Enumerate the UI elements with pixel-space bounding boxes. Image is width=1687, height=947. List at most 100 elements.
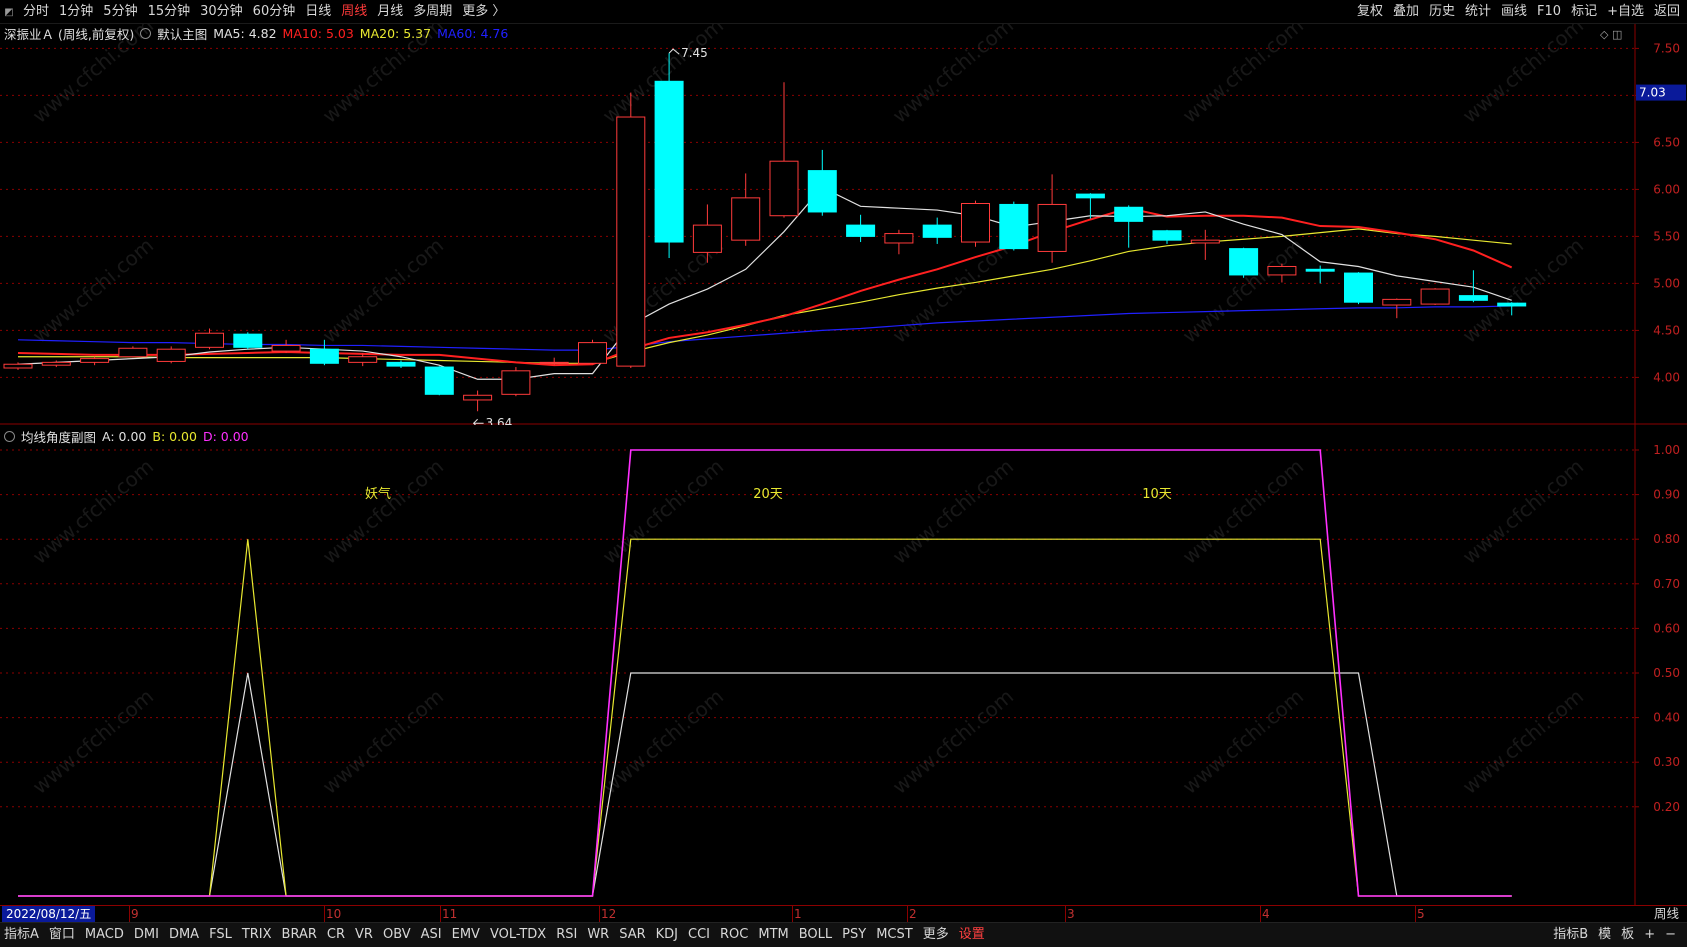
watermark-text: www.cfchi.com bbox=[598, 684, 728, 799]
period-tab-0[interactable]: 分时 bbox=[18, 0, 54, 24]
indicator-tab-1[interactable]: 窗口 bbox=[44, 923, 80, 947]
indicator-tab-2[interactable]: MACD bbox=[80, 923, 129, 947]
toolbar-action-1[interactable]: 叠加 bbox=[1388, 0, 1424, 24]
indicator-tab-23[interactable]: MCST bbox=[871, 923, 918, 947]
candle-up[interactable] bbox=[463, 390, 493, 412]
period-label[interactable]: 周线 bbox=[1654, 906, 1679, 922]
candle-body bbox=[884, 233, 914, 244]
indicator-tab-right-3[interactable]: + bbox=[1639, 923, 1660, 947]
month-tick bbox=[1260, 906, 1261, 922]
indicator-tab-10[interactable]: OBV bbox=[378, 923, 416, 947]
period-tabs: ◩ 分时 1分钟 5分钟 15分钟 30分钟 60分钟 日线 周线 月线 多周期 更多 〉 bbox=[0, 0, 510, 24]
indicator-tab-21[interactable]: BOLL bbox=[794, 923, 837, 947]
toolbar-action-0[interactable]: 复权 bbox=[1352, 0, 1388, 24]
candle-down[interactable] bbox=[1075, 193, 1105, 219]
candle-up[interactable] bbox=[118, 346, 148, 358]
low-price-label: 3.64 bbox=[486, 416, 513, 425]
candle-body bbox=[616, 116, 646, 367]
period-tab-3[interactable]: 15分钟 bbox=[143, 0, 196, 24]
indicator-tab-17[interactable]: KDJ bbox=[651, 923, 683, 947]
toolbar-action-5[interactable]: F10 bbox=[1532, 0, 1566, 24]
candle-up[interactable] bbox=[961, 200, 990, 247]
period-tab-9[interactable]: 多周期 bbox=[408, 0, 457, 24]
indicator-tab-14[interactable]: RSI bbox=[551, 923, 582, 947]
period-tab-2[interactable]: 5分钟 bbox=[98, 0, 142, 24]
candle-down[interactable] bbox=[1152, 229, 1182, 244]
toolbar-action-6[interactable]: 标记 bbox=[1566, 0, 1602, 24]
window-menu-icon[interactable]: ◩ bbox=[0, 3, 18, 21]
watermark-text: www.cfchi.com bbox=[1178, 24, 1308, 128]
indicator-tab-15[interactable]: WR bbox=[582, 923, 614, 947]
candle-up[interactable] bbox=[271, 339, 301, 353]
indicator-tab-0[interactable]: 指标A bbox=[0, 923, 44, 947]
period-tab-1[interactable]: 1分钟 bbox=[54, 0, 98, 24]
candle-up[interactable] bbox=[1420, 288, 1450, 306]
indicator-tab-right-0[interactable]: 指标B bbox=[1548, 923, 1593, 947]
watermark-text: www.cfchi.com bbox=[1178, 454, 1308, 569]
candle-down[interactable] bbox=[807, 149, 837, 216]
candlestick-chart[interactable]: www.cfchi.com www.cfchi.com www.cfchi.com w… bbox=[0, 24, 1687, 425]
candle-up[interactable] bbox=[578, 339, 607, 365]
indicator-tab-11[interactable]: ASI bbox=[416, 923, 447, 947]
indicator-tab-3[interactable]: DMI bbox=[129, 923, 164, 947]
indicator-tab-12[interactable]: EMV bbox=[447, 923, 485, 947]
indicator-chart[interactable]: 1.00 0.90 0.80 0.70 0.60 0.50 0.40 0.30 0.20 www.… bbox=[0, 425, 1687, 905]
indicator-tab-20[interactable]: MTM bbox=[753, 923, 793, 947]
candle-down[interactable] bbox=[1114, 205, 1144, 248]
toolbar-action-2[interactable]: 历史 bbox=[1424, 0, 1460, 24]
candle-up[interactable] bbox=[1190, 229, 1220, 260]
indicator-tab-9[interactable]: VR bbox=[350, 923, 378, 947]
collapse-icon[interactable]: ◇ ◫ bbox=[1600, 28, 1622, 41]
candle-up[interactable] bbox=[1037, 174, 1067, 263]
candle-down[interactable] bbox=[1229, 247, 1259, 278]
indicator-tab-24[interactable]: 更多 bbox=[918, 923, 954, 947]
candle-down[interactable] bbox=[1344, 272, 1373, 305]
period-tab-6[interactable]: 日线 bbox=[300, 0, 336, 24]
indicator-tab-13[interactable]: VOL-TDX bbox=[485, 923, 551, 947]
candle-down[interactable] bbox=[999, 201, 1029, 251]
candle-up[interactable] bbox=[195, 328, 224, 350]
period-tab-8[interactable]: 月线 bbox=[372, 0, 408, 24]
period-tab-7[interactable]: 周线 bbox=[336, 0, 372, 24]
indicator-tab-22[interactable]: PSY bbox=[837, 923, 871, 947]
indicator-tab-right-1[interactable]: 模 bbox=[1593, 923, 1616, 947]
indicator-tab-25[interactable]: 设置 bbox=[954, 923, 990, 947]
candle-body bbox=[539, 361, 569, 364]
candle-up[interactable] bbox=[616, 92, 646, 368]
toolbar-action-7[interactable]: +自选 bbox=[1602, 0, 1649, 24]
candle-down[interactable] bbox=[424, 366, 454, 396]
indicator-tab-right-4[interactable]: − bbox=[1660, 923, 1681, 947]
watermark-text: www.cfchi.com bbox=[598, 454, 728, 569]
candle-up[interactable] bbox=[731, 173, 761, 246]
period-tab-4[interactable]: 30分钟 bbox=[195, 0, 248, 24]
candle-down[interactable] bbox=[846, 214, 876, 243]
candle-body bbox=[1458, 295, 1488, 301]
candle-down[interactable] bbox=[1305, 265, 1335, 284]
toolbar-action-4[interactable]: 画线 bbox=[1496, 0, 1532, 24]
indicator-tab-5[interactable]: FSL bbox=[204, 923, 237, 947]
indicator-tab-right-2[interactable]: 板 bbox=[1616, 923, 1639, 947]
candle-down[interactable] bbox=[386, 360, 416, 368]
candle-down[interactable] bbox=[233, 332, 263, 350]
candle-up[interactable] bbox=[80, 356, 110, 366]
candle-down[interactable] bbox=[654, 53, 684, 259]
period-tab-5[interactable]: 60分钟 bbox=[248, 0, 301, 24]
candle-up[interactable] bbox=[501, 367, 531, 397]
toolbar-action-8[interactable]: 返回 bbox=[1649, 0, 1685, 24]
candle-down[interactable] bbox=[922, 217, 952, 244]
candle-body bbox=[156, 348, 186, 362]
period-tab-10[interactable]: 更多 〉 bbox=[457, 0, 510, 24]
indicator-tab-19[interactable]: ROC bbox=[715, 923, 753, 947]
indicator-tab-18[interactable]: CCI bbox=[683, 923, 715, 947]
candle-up[interactable] bbox=[769, 82, 799, 218]
indicator-tab-16[interactable]: SAR bbox=[614, 923, 650, 947]
indicator-tab-8[interactable]: CR bbox=[322, 923, 350, 947]
candle-up[interactable] bbox=[156, 346, 186, 364]
indicator-tab-4[interactable]: DMA bbox=[164, 923, 204, 947]
candle-up[interactable] bbox=[884, 229, 914, 255]
month-tick bbox=[440, 906, 441, 922]
indicator-tab-7[interactable]: BRAR bbox=[277, 923, 322, 947]
toolbar-action-3[interactable]: 统计 bbox=[1460, 0, 1496, 24]
indicator-tab-6[interactable]: TRIX bbox=[237, 923, 277, 947]
watermark-text: www.cfchi.com bbox=[28, 24, 158, 128]
